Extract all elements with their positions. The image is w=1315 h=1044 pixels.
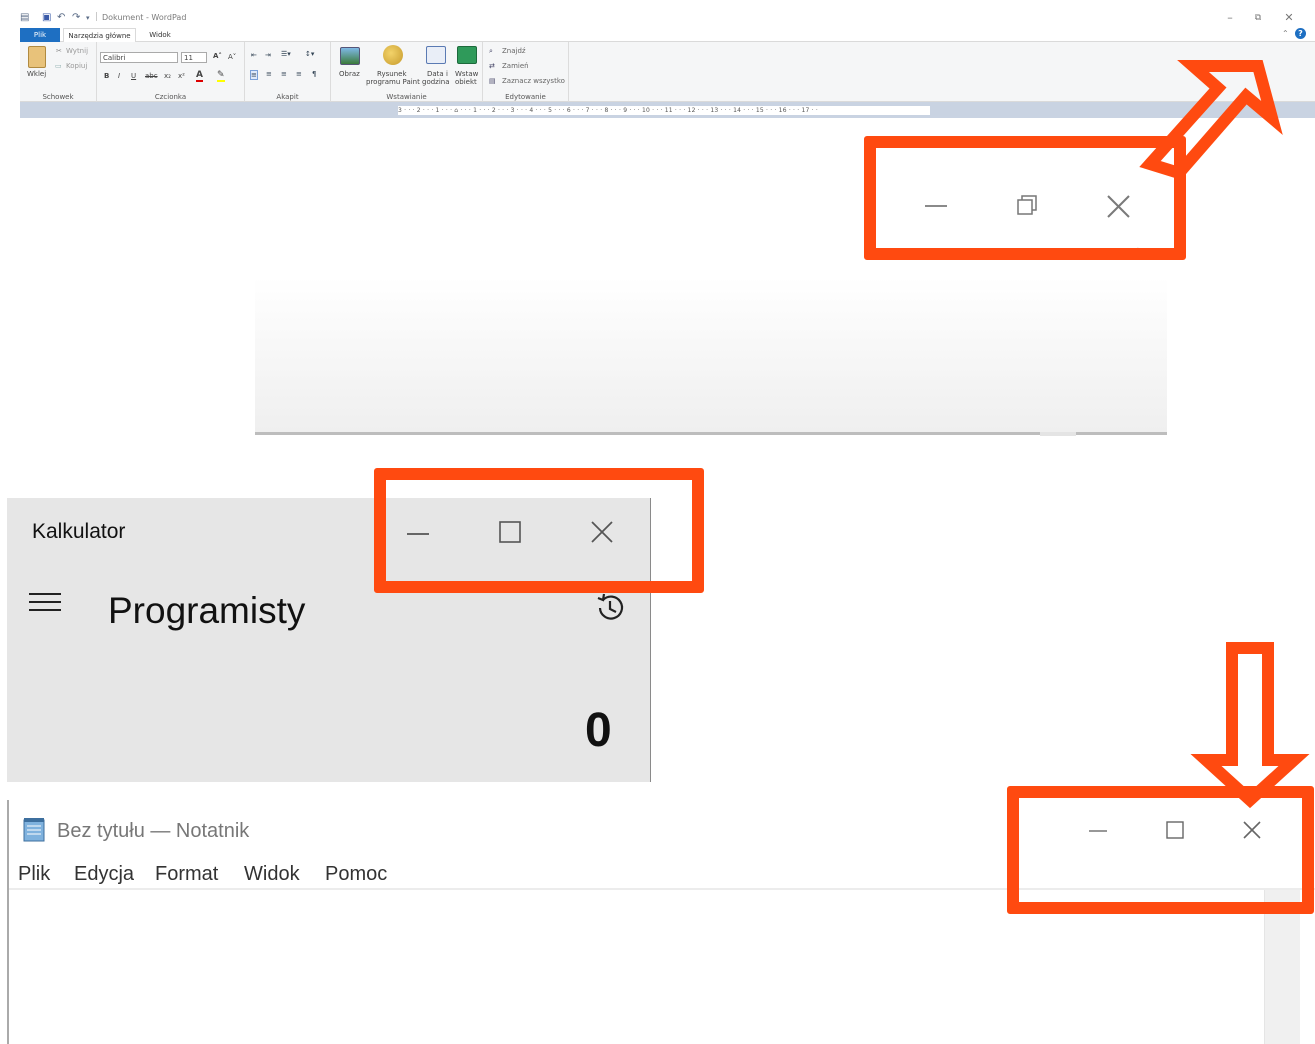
arrow-down-to-notepad-controls [1190,642,1310,809]
